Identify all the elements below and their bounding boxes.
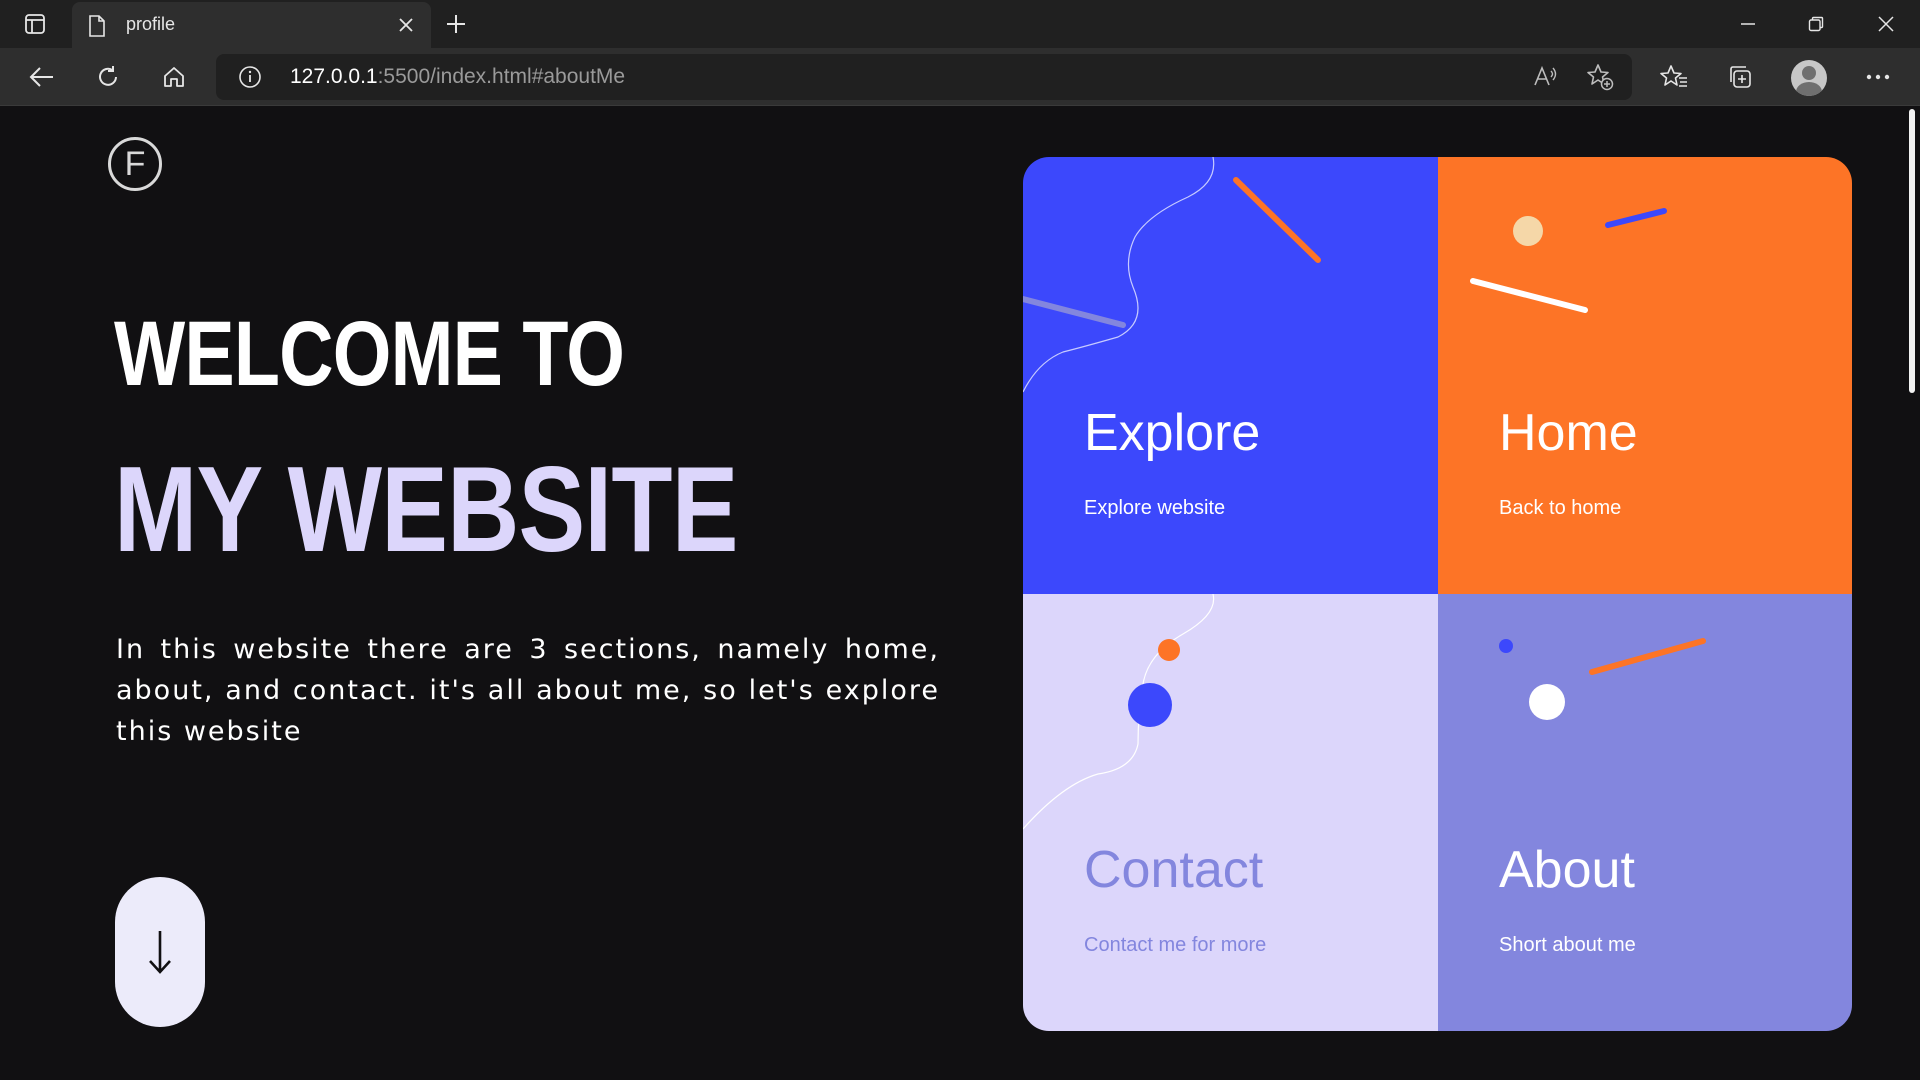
- restore-button[interactable]: [1782, 0, 1850, 48]
- back-button[interactable]: [22, 58, 62, 96]
- card-subtitle: Contact me for more: [1084, 934, 1267, 956]
- card-title: About: [1499, 841, 1635, 899]
- add-favorite-button[interactable]: [1582, 60, 1618, 94]
- restore-icon: [1808, 16, 1824, 32]
- profile-icon-body: [1796, 82, 1822, 96]
- navigation-cards: Explore Explore website Home Back to hom…: [1023, 157, 1852, 1031]
- address-bar[interactable]: 127.0.0.1:5500/index.html#aboutMe: [216, 54, 1632, 100]
- contact-card[interactable]: Contact Contact me for more: [1023, 594, 1438, 1031]
- page-scrollbar[interactable]: [1902, 107, 1920, 1080]
- favorites-button[interactable]: [1654, 58, 1694, 96]
- minimize-button[interactable]: [1714, 0, 1782, 48]
- minimize-icon: [1741, 23, 1755, 25]
- card-subtitle: Short about me: [1499, 934, 1636, 956]
- plus-icon: [447, 15, 465, 33]
- site-logo[interactable]: F: [108, 137, 162, 191]
- add-favorite-icon: [1587, 64, 1614, 91]
- close-window-button[interactable]: [1852, 0, 1920, 48]
- url-host: 127.0.0.1: [290, 65, 378, 88]
- scrollbar-thumb[interactable]: [1909, 109, 1915, 393]
- more-button[interactable]: [1858, 58, 1898, 96]
- home-card[interactable]: Home Back to home: [1438, 157, 1852, 594]
- new-tab-button[interactable]: [440, 10, 472, 38]
- card-title: Explore: [1084, 404, 1261, 462]
- headline-my-website: MY WEBSITE: [114, 441, 738, 577]
- info-icon: [239, 66, 261, 88]
- headline-welcome: WELCOME TO: [114, 303, 625, 405]
- tab-title: profile: [126, 14, 176, 34]
- arrow-down-icon: [149, 931, 171, 974]
- profile-icon: [1802, 66, 1816, 80]
- logo-letter: F: [124, 144, 146, 183]
- collections-icon: [1730, 66, 1751, 88]
- explore-card[interactable]: Explore Explore website: [1023, 157, 1438, 594]
- card-title: Home: [1499, 404, 1638, 462]
- about-decoration: [1499, 638, 1706, 720]
- explore-decoration: [1023, 157, 1321, 393]
- profile-button[interactable]: [1791, 60, 1827, 96]
- browser-tab-bar: profile: [0, 0, 1920, 48]
- url-text: 127.0.0.1:5500/index.html#aboutMe: [290, 65, 625, 89]
- home-decoration: [1470, 208, 1667, 313]
- read-aloud-button[interactable]: [1528, 60, 1564, 94]
- read-aloud-icon: [1534, 65, 1557, 86]
- about-card[interactable]: About Short about me: [1438, 594, 1852, 1031]
- intro-description: In this website there are 3 sections, na…: [116, 634, 940, 747]
- back-arrow-icon: [29, 67, 53, 87]
- card-subtitle: Explore website: [1084, 497, 1226, 519]
- page-content: F WELCOME TO MY WEBSITE In this website …: [0, 107, 1920, 1080]
- home-button[interactable]: [154, 58, 194, 96]
- tab-actions-icon: [25, 14, 45, 34]
- close-icon: [399, 18, 413, 32]
- close-tab-button[interactable]: [395, 14, 417, 36]
- card-subtitle: Back to home: [1499, 497, 1622, 519]
- card-title: Contact: [1084, 841, 1264, 899]
- collections-button[interactable]: [1720, 58, 1760, 96]
- favorites-icon: [1660, 65, 1687, 87]
- document-icon: [89, 15, 105, 37]
- browser-toolbar: 127.0.0.1:5500/index.html#aboutMe: [0, 48, 1920, 106]
- reload-icon: [99, 66, 117, 86]
- scroll-down-button[interactable]: [115, 877, 205, 1027]
- home-icon: [164, 67, 184, 87]
- reload-button[interactable]: [88, 58, 128, 96]
- browser-tab[interactable]: profile: [72, 2, 431, 48]
- close-icon: [1878, 16, 1894, 32]
- tab-actions-button[interactable]: [14, 10, 56, 38]
- contact-decoration: [1023, 594, 1215, 830]
- url-path: :5500/index.html#aboutMe: [377, 65, 626, 88]
- more-icon: [1866, 74, 1890, 80]
